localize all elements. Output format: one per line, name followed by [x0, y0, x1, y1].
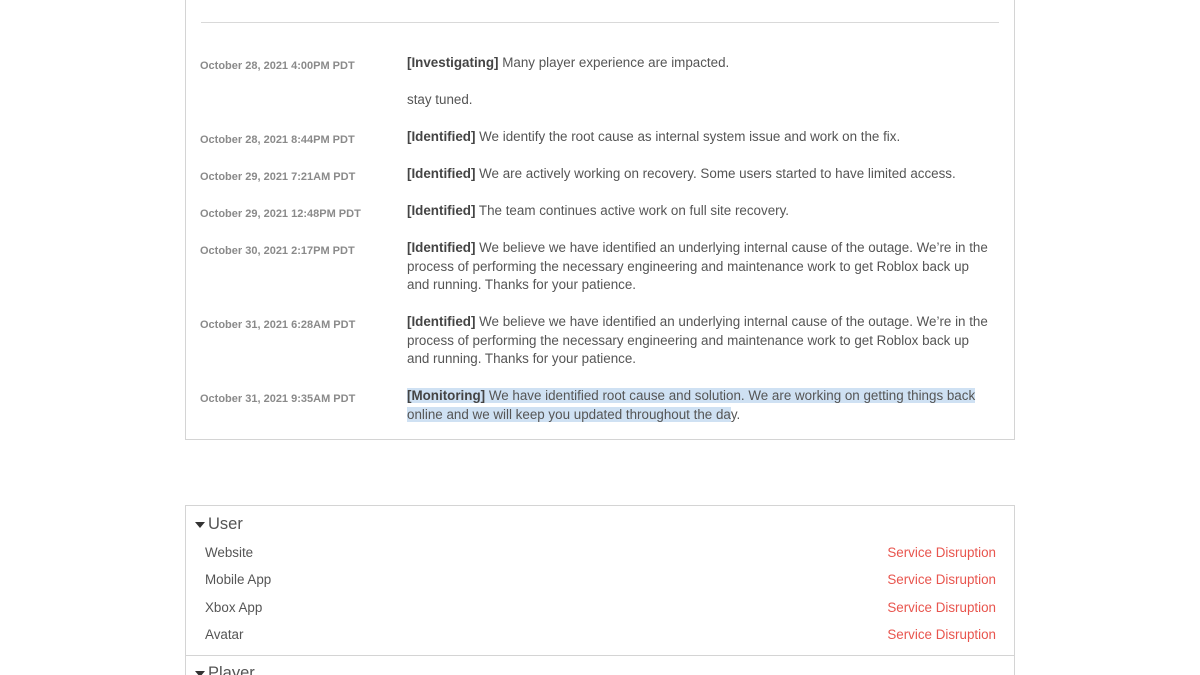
- update-text: We have identified root cause and soluti…: [407, 388, 976, 422]
- update-timestamp: October 30, 2021 2:17PM PDT: [200, 245, 355, 257]
- update-status-tag: [Identified]: [407, 314, 476, 329]
- update-status-tag: [Investigating]: [407, 55, 499, 70]
- update-status-tag: [Monitoring]: [407, 388, 486, 403]
- selected-text: [Monitoring] We have identified root cau…: [407, 388, 976, 422]
- update-timestamp: October 28, 2021 8:44PM PDT: [200, 134, 355, 146]
- update-extra-text: stay tuned.: [407, 92, 473, 107]
- update-timestamp: October 31, 2021 6:28AM PDT: [200, 319, 356, 331]
- update-status-tag: [Identified]: [407, 166, 476, 181]
- update-text: We identify the root cause as internal s…: [475, 129, 901, 144]
- component-group-user[interactable]: User: [195, 511, 243, 537]
- caret-down-icon: [195, 522, 205, 528]
- component-row: Xbox App Service Disruption: [205, 597, 996, 617]
- component-name: Website: [205, 544, 254, 560]
- group-label: Player: [208, 663, 255, 675]
- update-timestamp: October 31, 2021 9:35AM PDT: [200, 393, 356, 405]
- component-group-player[interactable]: Player: [195, 660, 255, 675]
- component-row: Avatar Service Disruption: [205, 624, 996, 644]
- card-divider: [201, 22, 999, 23]
- update-text: We believe we have identified an underly…: [407, 240, 988, 292]
- update-text-tail: y.: [730, 406, 741, 422]
- update-message: [Identified] The team continues active w…: [407, 202, 991, 221]
- update-text: We are actively working on recovery. Som…: [475, 166, 956, 181]
- update-text: Many player experience are impacted.: [498, 55, 730, 70]
- update-status-tag: [Identified]: [407, 203, 476, 218]
- component-status: Service Disruption: [887, 626, 996, 642]
- update-timestamp: October 29, 2021 7:21AM PDT: [200, 171, 356, 183]
- update-timestamp: October 28, 2021 4:00PM PDT: [200, 60, 355, 72]
- group-divider: [186, 655, 1014, 656]
- component-name: Avatar: [205, 626, 244, 642]
- affected-components-card: User Website Service Disruption Mobile A…: [185, 505, 1015, 675]
- update-timestamp: October 29, 2021 12:48PM PDT: [200, 208, 361, 220]
- update-message: [Identified] We are actively working on …: [407, 165, 991, 184]
- caret-down-icon: [195, 671, 205, 675]
- update-text: The team continues active work on full s…: [475, 203, 790, 218]
- component-name: Mobile App: [205, 571, 272, 587]
- update-message: [Identified] We believe we have identifi…: [407, 239, 991, 295]
- update-status-tag: [Identified]: [407, 129, 476, 144]
- update-text: We believe we have identified an underly…: [407, 314, 988, 366]
- component-status: Service Disruption: [887, 544, 996, 560]
- update-message[interactable]: [Monitoring] We have identified root cau…: [407, 387, 991, 424]
- component-row: Website Service Disruption: [205, 542, 996, 562]
- update-message: [Investigating] Many player experience a…: [407, 54, 991, 73]
- update-status-tag: [Identified]: [407, 240, 476, 255]
- update-message: [Identified] We believe we have identifi…: [407, 313, 991, 369]
- incident-updates-card: October 28, 2021 4:00PM PDT [Investigati…: [185, 0, 1015, 440]
- update-message: [Identified] We identify the root cause …: [407, 128, 991, 147]
- component-status: Service Disruption: [887, 571, 996, 587]
- component-row: Mobile App Service Disruption: [205, 569, 996, 589]
- group-label: User: [208, 514, 243, 533]
- component-status: Service Disruption: [887, 599, 996, 615]
- component-name: Xbox App: [205, 599, 263, 615]
